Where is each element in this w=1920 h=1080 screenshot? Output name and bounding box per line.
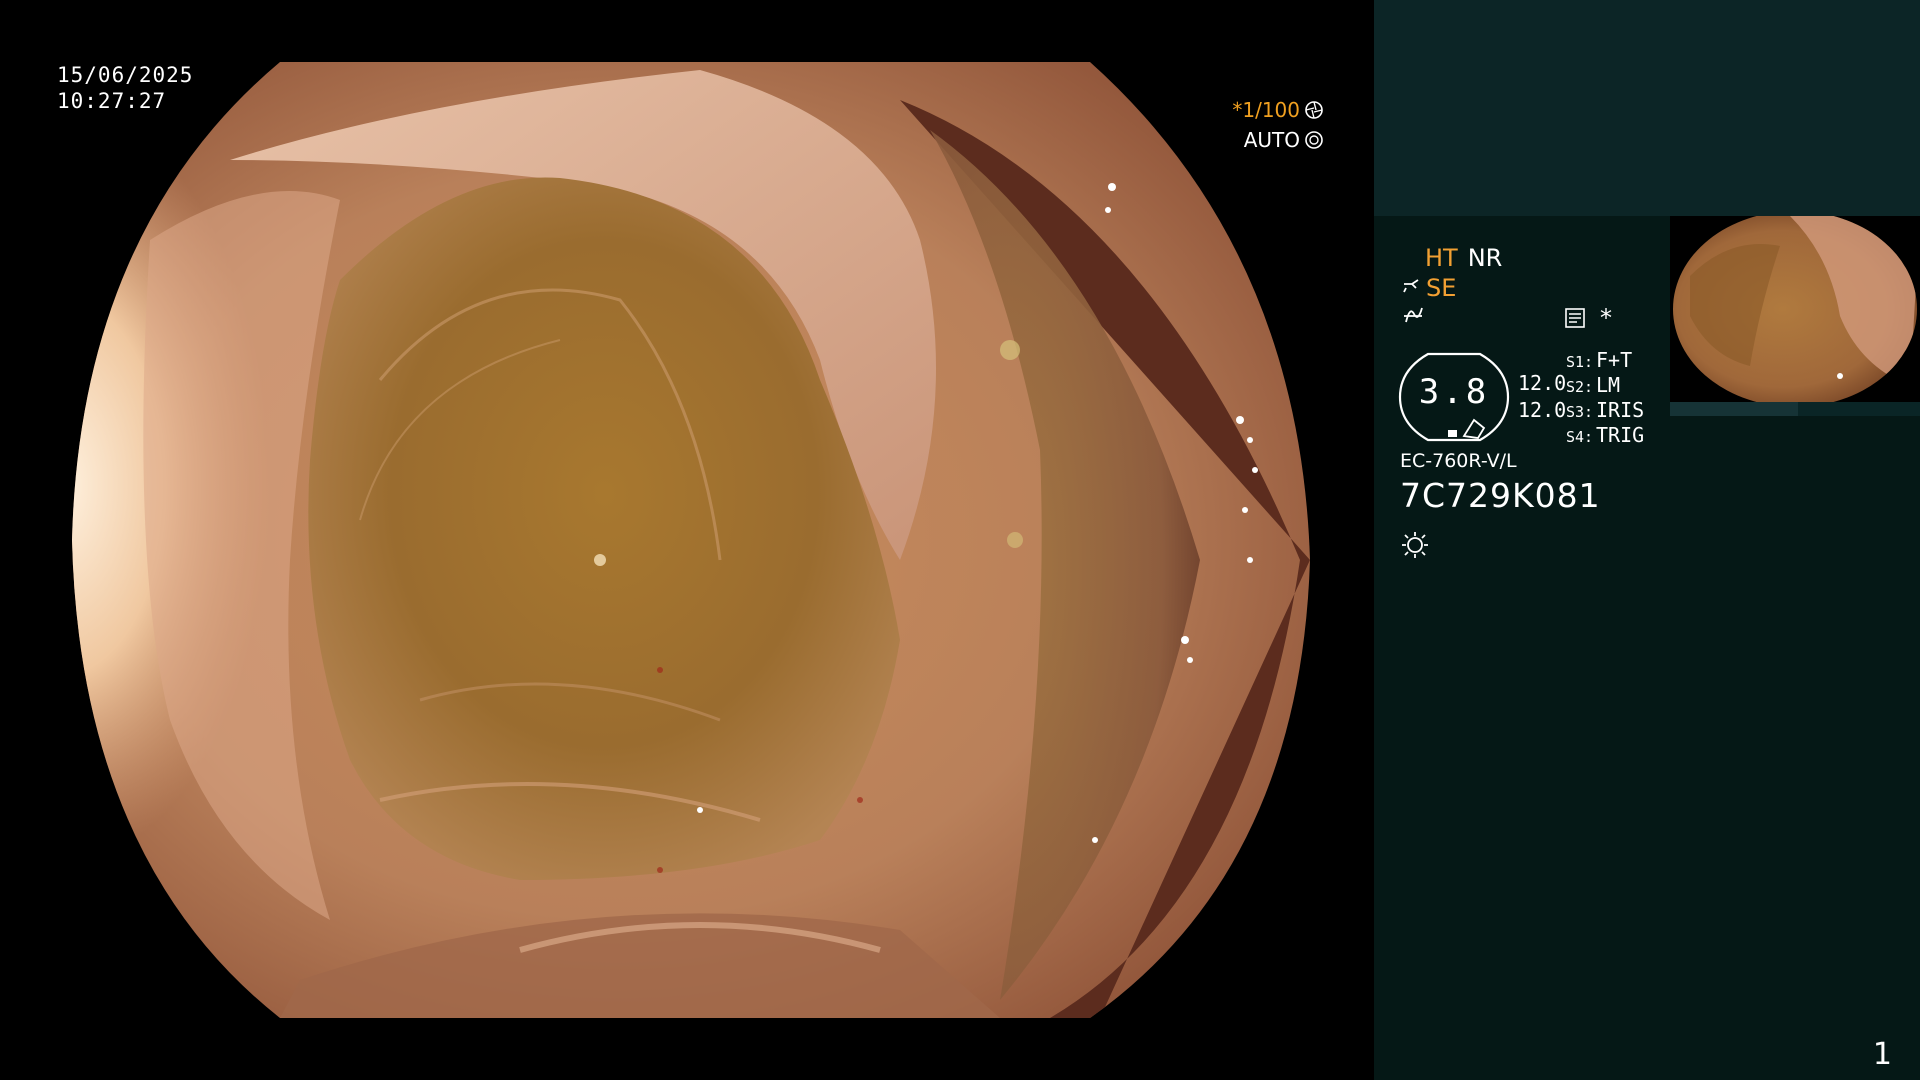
asterisk-mark: * (1600, 304, 1612, 332)
ht-label: HT (1425, 244, 1458, 272)
light-sun-icon (1402, 532, 1428, 558)
thumbnail-image (1670, 216, 1920, 402)
memo-indicator: * (1564, 304, 1612, 332)
date-text: 15/06/2025 (57, 63, 194, 87)
page-number: 1 (1872, 1037, 1892, 1072)
exposure-mode-text: AUTO (1243, 128, 1300, 152)
memo-card-icon (1565, 308, 1585, 328)
level-value-2: 12.0 (1518, 398, 1567, 422)
switch-key: S4: (1566, 428, 1594, 446)
switch-key: S3: (1566, 403, 1594, 421)
level-value-1: 12.0 (1518, 371, 1567, 395)
thumbnail-bar-fill (1670, 402, 1798, 416)
scope-model-text: EC-760R-V/L (1400, 450, 1517, 472)
switch-value: F+T (1596, 348, 1633, 372)
side-panel-top-area (1374, 0, 1920, 216)
freeze-curve-icon (1404, 307, 1423, 323)
switch-row-s4: S4: TRIG (1566, 423, 1644, 448)
switch-row-s1: S1: F+T (1566, 348, 1644, 373)
freeze-indicator (1402, 304, 1424, 332)
switch-value: TRIG (1596, 423, 1645, 447)
nr-label: NR (1467, 244, 1503, 272)
scope-tip-icon (1403, 279, 1419, 293)
zoom-indicator: 3.8 (1398, 352, 1510, 442)
exposure-mode-indicator: AUTO (1244, 128, 1324, 152)
switch-key: S1: (1566, 353, 1594, 371)
switch-row-s3: S3: IRIS (1566, 398, 1644, 423)
shutter-wheel-icon (1305, 101, 1323, 119)
shutter-speed-text: *1/100 (1232, 98, 1300, 122)
endoscopic-image (72, 62, 1310, 1018)
switch-assignments: S1: F+T S2: LM S3: IRIS S4: TRIG (1566, 348, 1644, 448)
date-time-overlay: 15/06/2025 10:27:27 (57, 62, 193, 114)
switch-value: IRIS (1596, 398, 1645, 422)
scope-serial-number: 7C729K081 (1400, 476, 1601, 515)
se-row: SE (1402, 274, 1456, 302)
shutter-speed-indicator: *1/100 (1232, 98, 1324, 122)
level-values: 12.0 12.0 (1518, 370, 1566, 424)
endoscope-main-view: 15/06/2025 10:27:27 *1/100 AUTO (0, 0, 1374, 1080)
switch-value: LM (1596, 373, 1621, 397)
time-text: 10:27:27 (57, 89, 167, 113)
se-label: SE (1426, 274, 1457, 302)
ht-nr-row: HT NR (1425, 244, 1502, 272)
captured-image-thumbnail[interactable] (1670, 216, 1920, 402)
zoom-value: 3.8 (1418, 372, 1490, 412)
switch-row-s2: S2: LM (1566, 373, 1644, 398)
thumbnail-status-bar (1670, 402, 1920, 416)
iris-icon (1305, 131, 1323, 149)
switch-key: S2: (1566, 378, 1594, 396)
status-side-panel: HT NR SE * 3.8 12.0 12.0 S1: F+T S2: LM … (1374, 0, 1920, 1080)
